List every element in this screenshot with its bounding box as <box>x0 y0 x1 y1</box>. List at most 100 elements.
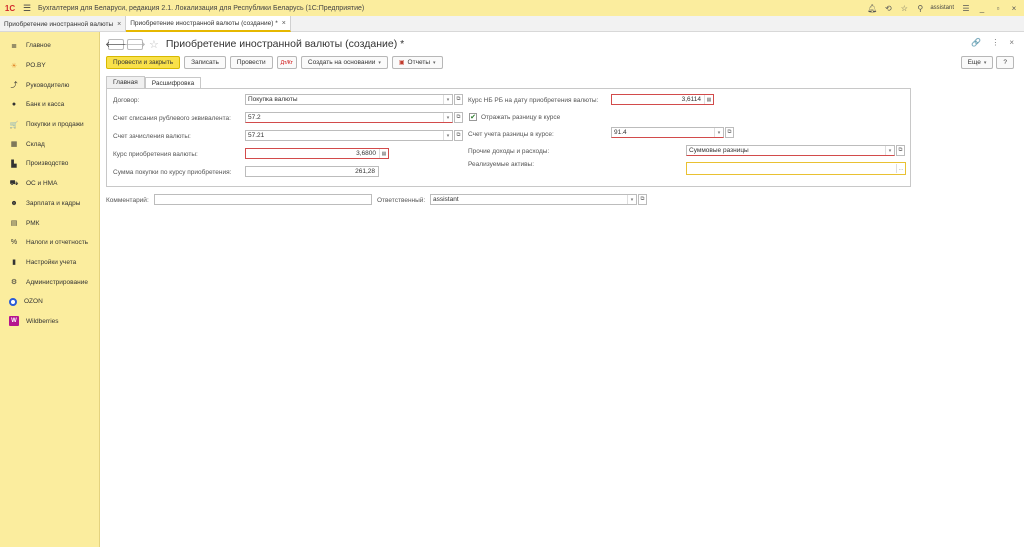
close-form-icon[interactable]: × <box>1009 38 1014 47</box>
other-income-label: Прочие доходы и расходы: <box>468 148 550 155</box>
reports-label: Отчеты <box>407 59 431 66</box>
favorite-star-icon[interactable]: ☆ <box>149 38 159 51</box>
notifications-icon[interactable]: 🔔︎ <box>866 0 878 16</box>
create-based-label: Создать на основании <box>307 59 376 66</box>
create-based-on-button[interactable]: Создать на основании ▾ <box>300 56 388 69</box>
page-title: Приобретение иностранной валюты (создани… <box>165 38 405 50</box>
open-link-icon[interactable]: ⧉ <box>454 130 463 141</box>
sidebar-item-rmk[interactable]: ▤ РМК <box>0 213 99 233</box>
dropdown-arrow-icon[interactable]: ▾ <box>443 131 452 140</box>
close-window-icon[interactable]: × <box>1008 0 1020 16</box>
sidebar-item-taxes[interactable]: % Налоги и отчетность <box>0 233 99 253</box>
close-tab-icon[interactable]: × <box>282 20 286 27</box>
register-icon: ▤ <box>10 220 18 228</box>
other-income-value: Суммовые разницы <box>689 147 749 154</box>
dropdown-arrow-icon[interactable]: ▾ <box>443 95 452 104</box>
purchase-sum-value: 261,28 <box>355 168 375 175</box>
open-link-icon[interactable]: ⧉ <box>638 194 647 205</box>
restore-icon[interactable]: ▫ <box>992 0 1004 16</box>
calculator-icon[interactable]: ▦ <box>704 95 713 104</box>
more-label: Еще <box>967 59 981 66</box>
open-link-icon[interactable]: ⧉ <box>454 112 463 123</box>
window-tab-create[interactable]: Приобретение иностранной валюты (создани… <box>126 16 291 32</box>
close-tab-icon[interactable]: × <box>117 21 121 28</box>
settings-menu-icon[interactable]: ☰ <box>960 0 972 16</box>
tab-main[interactable]: Главная <box>106 76 145 88</box>
sidebar-item-bank[interactable]: ● Банк и касса <box>0 95 99 115</box>
sidebar-item-warehouse[interactable]: ▦ Склад <box>0 134 99 154</box>
dropdown-arrow-icon[interactable]: ▾ <box>443 113 452 122</box>
list-icon: ≣ <box>11 42 17 50</box>
assets-field[interactable]: … <box>686 162 906 175</box>
sidebar-item-roby[interactable]: ☀ РО.BY <box>0 56 99 76</box>
responsible-field[interactable]: assistant ▾ <box>430 194 637 205</box>
sidebar-item-admin[interactable]: ⚙ Администрирование <box>0 272 99 292</box>
open-link-icon[interactable]: ⧉ <box>896 145 905 156</box>
sidebar-item-assets[interactable]: ⛟ ОС и НМА <box>0 174 99 194</box>
sidebar-item-purchases[interactable]: 🛒 Покупки и продажи <box>0 115 99 135</box>
book-icon: ▮ <box>12 259 16 267</box>
trend-icon: ⤴ <box>10 82 18 90</box>
link-icon[interactable]: 🔗 <box>971 38 981 47</box>
report-icon: ▣ <box>398 60 405 66</box>
diff-account-field[interactable]: 91.4 ▾ <box>611 127 724 138</box>
window-tab-list[interactable]: Приобретение иностранной валюты × <box>0 16 127 32</box>
nb-rate-label: Курс НБ РБ на дату приобретения валюты: <box>468 97 599 104</box>
sidebar-item-label: РО.BY <box>26 62 46 70</box>
dropdown-arrow-icon[interactable]: ▾ <box>885 146 894 155</box>
more-actions-icon[interactable]: ⋮ <box>991 38 999 47</box>
sidebar-item-label: РМК <box>26 219 40 227</box>
sections-sidebar: ≣ Главное ☀ РО.BY ⤴ Руководителю ● Банк и ка… <box>0 32 100 547</box>
sidebar-item-wildberries[interactable]: W Wildberries <box>0 312 99 332</box>
cart-icon: 🛒 <box>9 121 19 129</box>
dt-kt-button[interactable]: Дт/Кт <box>276 56 297 69</box>
sidebar-item-salary[interactable]: ☻ Зарплата и кадры <box>0 194 99 214</box>
sidebar-item-label: OZON <box>24 298 43 306</box>
open-link-icon[interactable]: ⧉ <box>454 94 463 105</box>
warehouse-icon: ▦ <box>10 141 18 149</box>
document-form: 🡐 🡒 ☆ Приобретение иностранной валюты (с… <box>100 32 1024 547</box>
dropdown-arrow-icon[interactable]: ▾ <box>627 195 636 204</box>
help-button[interactable]: ? <box>996 56 1014 69</box>
select-ellipsis-icon[interactable]: … <box>896 164 905 173</box>
debit-account-field[interactable]: 57.2 ▾ <box>245 112 453 123</box>
credit-account-field[interactable]: 57.21 ▾ <box>245 130 453 141</box>
other-income-field[interactable]: Суммовые разницы ▾ <box>686 145 895 156</box>
back-button[interactable]: 🡐 <box>105 38 127 50</box>
history-icon[interactable]: ⟲ <box>882 0 894 16</box>
debit-account-label: Счет списания рублевого эквивалента: <box>113 115 231 122</box>
sidebar-item-ozon[interactable]: OZON <box>0 292 99 312</box>
save-button[interactable]: Записать <box>184 56 226 69</box>
favorites-icon[interactable]: ☆ <box>898 0 910 16</box>
forward-button[interactable]: 🡒 <box>124 38 146 50</box>
post-and-close-button[interactable]: Провести и закрыть <box>106 56 181 69</box>
reflect-diff-checkbox[interactable]: ✔ <box>469 113 477 121</box>
comment-label: Комментарий: <box>106 197 149 204</box>
window-tab-label: Приобретение иностранной валюты <box>4 20 114 28</box>
sidebar-item-manager[interactable]: ⤴ Руководителю <box>0 75 99 95</box>
comment-field[interactable] <box>154 194 372 205</box>
sidebar-item-settings[interactable]: ▮ Настройки учета <box>0 253 99 273</box>
more-button[interactable]: Еще ▾ <box>960 56 994 69</box>
open-link-icon[interactable]: ⧉ <box>725 127 734 138</box>
sidebar-item-label: Покупки и продажи <box>26 121 84 129</box>
nb-rate-field[interactable]: 3,6114 ▦ <box>611 94 714 105</box>
diff-account-value: 91.4 <box>614 129 627 136</box>
sidebar-item-production[interactable]: ▙ Производство <box>0 154 99 174</box>
purchase-sum-label: Сумма покупки по курсу приобретения: <box>113 169 232 176</box>
current-user[interactable]: assistant <box>930 5 954 11</box>
purchase-sum-field[interactable]: 261,28 <box>245 166 379 177</box>
main-menu-icon[interactable]: ☰ <box>20 0 34 16</box>
reports-button[interactable]: ▣ Отчеты ▾ <box>391 56 443 69</box>
calculator-icon[interactable]: ▦ <box>379 149 388 158</box>
dropdown-arrow-icon[interactable]: ▾ <box>714 128 723 137</box>
contract-field[interactable]: Покупка валюты ▾ <box>245 94 453 105</box>
sidebar-item-main[interactable]: ≣ Главное <box>0 36 99 56</box>
search-icon[interactable]: ⚲ <box>914 0 926 16</box>
purchase-rate-field[interactable]: 3,6800 ▦ <box>245 148 389 159</box>
minimize-icon[interactable]: _ <box>976 0 988 16</box>
purchase-rate-label: Курс приобретения валюты: <box>113 151 198 158</box>
app-title: Бухгалтерия для Беларуси, редакция 2.1. … <box>38 4 365 12</box>
post-button[interactable]: Провести <box>229 56 273 69</box>
credit-account-value: 57.21 <box>248 132 265 139</box>
